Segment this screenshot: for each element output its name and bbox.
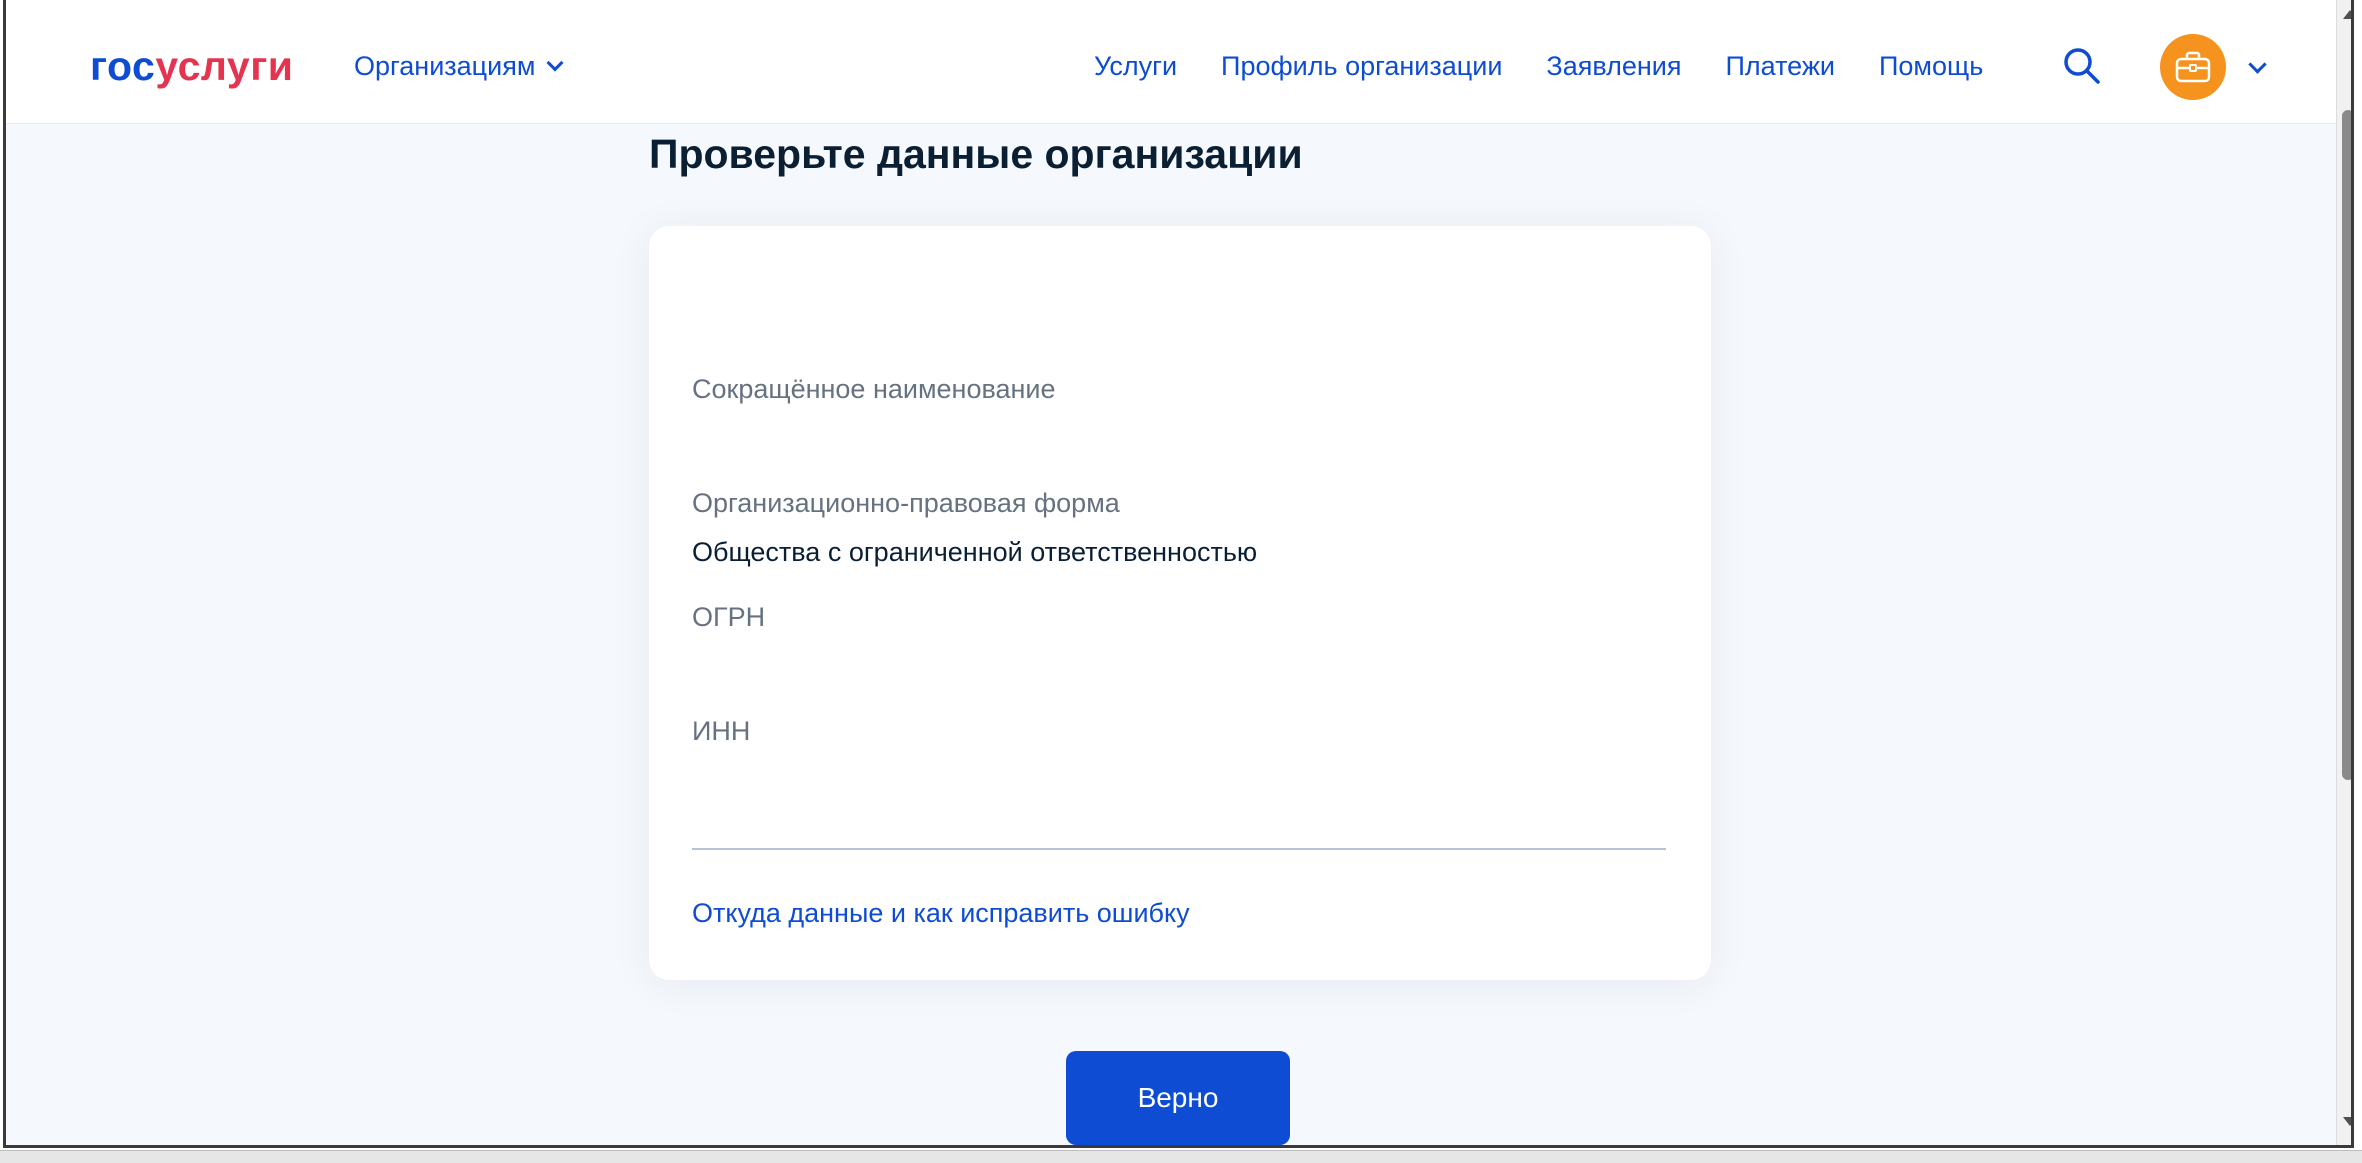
confirm-button[interactable]: Верно <box>1066 1051 1290 1145</box>
scroll-thumb[interactable] <box>2342 110 2351 780</box>
organization-data-card: Сокращённое наименование Организационно-… <box>649 226 1711 980</box>
org-avatar[interactable] <box>2160 34 2226 100</box>
page-title: Проверьте данные организации <box>649 131 1303 177</box>
account-chevron-down-icon[interactable] <box>2248 55 2267 76</box>
legal-form-value: Общества с ограниченной ответственностью <box>692 537 1258 567</box>
divider <box>692 848 1666 850</box>
main-nav: Услуги Профиль организации Заявления Пла… <box>1094 50 1983 82</box>
legal-form-label: Организационно-правовая форма <box>692 488 1120 518</box>
vertical-scrollbar[interactable] <box>2336 0 2351 1145</box>
data-source-help-link[interactable]: Откуда данные и как исправить ошибку <box>692 896 1190 930</box>
browser-window: госуслуги Организациям Услуги Профиль ор… <box>3 0 2354 1148</box>
chevron-down-icon <box>546 54 564 72</box>
nav-item-payments[interactable]: Платежи <box>1725 50 1835 82</box>
ogrn-label: ОГРН <box>692 602 766 632</box>
search-icon[interactable] <box>2062 46 2102 86</box>
logo-part-1: гос <box>90 43 156 89</box>
scroll-up-arrow-icon[interactable] <box>2343 10 2351 19</box>
scroll-down-arrow-icon[interactable] <box>2343 1117 2351 1126</box>
inn-label: ИНН <box>692 716 751 746</box>
nav-item-services[interactable]: Услуги <box>1094 50 1177 82</box>
logo-part-2: услуги <box>155 43 294 89</box>
window-bottom-edge <box>0 1150 2362 1163</box>
nav-item-org-profile[interactable]: Профиль организации <box>1221 50 1502 82</box>
site-header: госуслуги Организациям Услуги Профиль ор… <box>6 0 2336 124</box>
organizations-menu-label: Организациям <box>354 51 536 81</box>
nav-item-applications[interactable]: Заявления <box>1546 50 1681 82</box>
briefcase-icon <box>2175 51 2211 83</box>
short-name-label: Сокращённое наименование <box>692 374 1056 404</box>
nav-item-help[interactable]: Помощь <box>1879 50 1983 82</box>
organizations-menu[interactable]: Организациям <box>354 50 564 82</box>
gosuslugi-logo[interactable]: госуслуги <box>90 42 294 90</box>
